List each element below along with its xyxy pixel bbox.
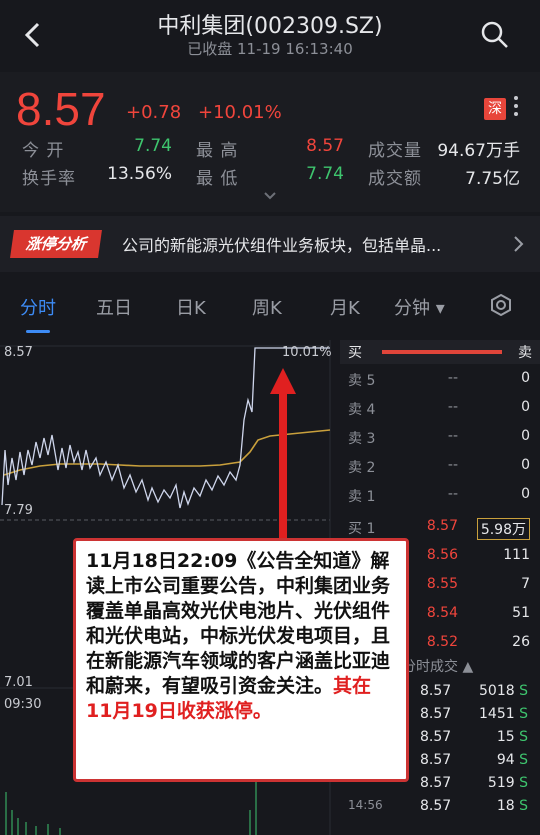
ask-level: 卖 4 bbox=[348, 402, 376, 418]
pct-high-label: 10.01% bbox=[282, 345, 332, 360]
ask-level: 卖 2 bbox=[348, 460, 376, 476]
ask-level: 卖 3 bbox=[348, 431, 376, 447]
bid-price: 8.52 bbox=[426, 634, 458, 650]
chevron-right-icon[interactable] bbox=[512, 234, 524, 254]
bid-level: 买 1 bbox=[348, 521, 376, 537]
price-low-label: 7.01 bbox=[4, 675, 33, 690]
trade-price: 8.57 bbox=[420, 798, 452, 814]
top-bar: 中利集团(002309.SZ) 已收盘 11-19 16:13:40 bbox=[0, 0, 540, 72]
bid-qty: 51 bbox=[512, 605, 530, 621]
ask-qty: 0 bbox=[521, 399, 530, 415]
ask-price: -- bbox=[447, 486, 458, 502]
price-change: +0.78 bbox=[126, 102, 182, 123]
bid-price: 8.56 bbox=[426, 547, 458, 563]
ask-row: 卖 1 -- 0 bbox=[340, 482, 540, 510]
stat-value: 94.67万手 bbox=[437, 141, 520, 161]
trade-side: S bbox=[519, 752, 528, 768]
trade-price: 8.57 bbox=[420, 752, 452, 768]
trade-volume: 519 bbox=[487, 775, 515, 791]
ask-row: 卖 3 -- 0 bbox=[340, 424, 540, 452]
stat-value: 13.56% bbox=[107, 164, 172, 184]
buy-sell-bar: 买 卖 bbox=[340, 340, 540, 364]
stat-value: 7.74 bbox=[306, 164, 344, 184]
last-price: 8.57 bbox=[16, 83, 106, 135]
trade-side: S bbox=[519, 706, 528, 722]
trade-volume: 15 bbox=[496, 729, 515, 745]
stock-title: 中利集团(002309.SZ) bbox=[157, 14, 383, 39]
sell-label: 卖 bbox=[518, 345, 532, 361]
ask-row: 卖 5 -- 0 bbox=[340, 366, 540, 394]
exchange-badge: 深 bbox=[484, 98, 506, 120]
bid-qty: 7 bbox=[521, 576, 530, 592]
limit-up-tag: 涨停分析 bbox=[10, 230, 102, 258]
sell-ratio-bar bbox=[382, 350, 502, 354]
tab-daily-k[interactable]: 日K bbox=[176, 294, 206, 320]
up-arrow-icon bbox=[270, 368, 296, 540]
trade-side: S bbox=[519, 775, 528, 791]
time-start-label: 09:30 bbox=[4, 697, 41, 712]
stat-label: 最 高 bbox=[196, 141, 239, 161]
bid-price: 8.55 bbox=[426, 576, 458, 592]
announcement-note: 11月18日22:09《公告全知道》解读上市公司重要公告，中利集团业务覆盖单晶高… bbox=[73, 538, 409, 782]
trade-price: 8.57 bbox=[420, 775, 452, 791]
bid-qty: 26 bbox=[512, 634, 530, 650]
more-icon[interactable] bbox=[512, 96, 520, 120]
bid-qty: 111 bbox=[503, 547, 530, 563]
search-icon[interactable] bbox=[478, 18, 512, 52]
stat-value: 8.57 bbox=[306, 136, 344, 156]
tab-five-day[interactable]: 五日 bbox=[96, 294, 132, 320]
banner-text: 公司的新能源光伏组件业务板块，包括单晶... bbox=[122, 236, 442, 255]
ask-price: -- bbox=[447, 399, 458, 415]
stat-label: 成交量 bbox=[368, 141, 422, 161]
trade-volume: 94 bbox=[496, 752, 515, 768]
trade-side: S bbox=[519, 729, 528, 745]
ask-qty: 0 bbox=[521, 486, 530, 502]
ask-qty: 0 bbox=[521, 457, 530, 473]
stat-value: 7.75亿 bbox=[465, 169, 520, 189]
stat-label: 今 开 bbox=[22, 141, 65, 161]
stat-label: 成交额 bbox=[368, 169, 422, 189]
ask-level: 卖 1 bbox=[348, 489, 376, 505]
bid-price: 8.54 bbox=[426, 605, 458, 621]
trade-side: S bbox=[519, 798, 528, 814]
bid-price: 8.57 bbox=[426, 518, 458, 534]
active-tab-indicator bbox=[26, 330, 50, 333]
expand-chevron-icon[interactable] bbox=[262, 190, 278, 202]
quote-panel: 8.57 +0.78 +10.01% 深 今 开 7.74 最 高 8.57 成… bbox=[0, 72, 540, 212]
trade-side: S bbox=[519, 683, 528, 699]
trade-volume: 18 bbox=[496, 798, 515, 814]
trade-price: 8.57 bbox=[420, 729, 452, 745]
trade-volume: 5018 bbox=[479, 683, 515, 699]
stat-label: 最 低 bbox=[196, 169, 239, 189]
buy-label: 买 bbox=[348, 345, 362, 361]
price-change-percent: +10.01% bbox=[198, 102, 282, 123]
trade-time: 14:56 bbox=[348, 798, 383, 812]
trade-volume: 1451 bbox=[479, 706, 515, 722]
tab-monthly-k[interactable]: 月K bbox=[330, 294, 360, 320]
stat-value: 7.74 bbox=[134, 136, 172, 156]
trade-price: 8.57 bbox=[420, 683, 452, 699]
tab-minute[interactable]: 分钟 ▾ bbox=[394, 294, 445, 320]
price-high-label: 8.57 bbox=[4, 345, 33, 360]
trade-row: 14:56 8.57 18 S bbox=[340, 795, 540, 818]
ask-price: -- bbox=[447, 370, 458, 386]
tab-weekly-k[interactable]: 周K bbox=[252, 294, 282, 320]
tab-intraday[interactable]: 分时 bbox=[20, 294, 56, 320]
market-status: 已收盘 11-19 16:13:40 bbox=[187, 40, 353, 58]
ask-price: -- bbox=[447, 457, 458, 473]
settings-icon[interactable] bbox=[490, 294, 512, 316]
stat-label: 换手率 bbox=[22, 169, 76, 189]
ask-qty: 0 bbox=[521, 370, 530, 386]
prev-close-label: 7.79 bbox=[4, 503, 33, 518]
bid-qty: 5.98万 bbox=[476, 518, 530, 540]
ask-qty: 0 bbox=[521, 428, 530, 444]
limit-up-analysis-banner[interactable]: 涨停分析 公司的新能源光伏组件业务板块，包括单晶... bbox=[0, 216, 540, 272]
ask-row: 卖 2 -- 0 bbox=[340, 453, 540, 481]
chart-tabs: 分时 五日 日K 周K 月K 分钟 ▾ bbox=[0, 280, 540, 338]
trade-price: 8.57 bbox=[420, 706, 452, 722]
ask-price: -- bbox=[447, 428, 458, 444]
ask-level: 卖 5 bbox=[348, 373, 376, 389]
ask-row: 卖 4 -- 0 bbox=[340, 395, 540, 423]
